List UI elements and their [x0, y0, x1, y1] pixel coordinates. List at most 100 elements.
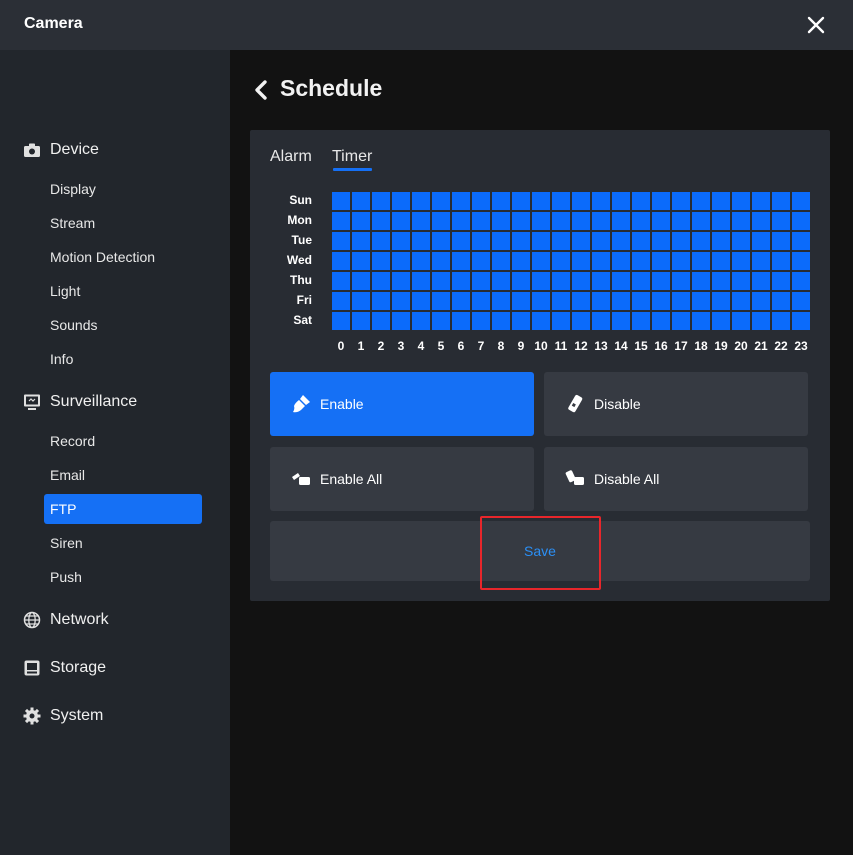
sidebar-item-record[interactable]: Record: [44, 426, 202, 456]
schedule-cell[interactable]: [792, 212, 810, 230]
schedule-cell[interactable]: [512, 312, 530, 330]
sidebar-section-storage[interactable]: Storage: [22, 656, 106, 680]
disable-button[interactable]: Disable: [544, 372, 808, 436]
schedule-cell[interactable]: [712, 232, 730, 250]
schedule-cell[interactable]: [792, 192, 810, 210]
schedule-cell[interactable]: [752, 312, 770, 330]
tab-alarm[interactable]: Alarm: [270, 148, 312, 166]
schedule-cell[interactable]: [632, 232, 650, 250]
schedule-cell[interactable]: [452, 292, 470, 310]
schedule-cell[interactable]: [732, 272, 750, 290]
schedule-cell[interactable]: [412, 212, 430, 230]
schedule-cell[interactable]: [572, 312, 590, 330]
schedule-cell[interactable]: [732, 312, 750, 330]
schedule-cell[interactable]: [792, 252, 810, 270]
schedule-cell[interactable]: [492, 212, 510, 230]
schedule-cell[interactable]: [672, 252, 690, 270]
schedule-cell[interactable]: [372, 272, 390, 290]
sidebar-item-ftp[interactable]: FTP: [44, 494, 202, 524]
schedule-cell[interactable]: [752, 192, 770, 210]
sidebar-section-network[interactable]: Network: [22, 608, 109, 632]
schedule-cell[interactable]: [772, 312, 790, 330]
schedule-cell[interactable]: [412, 232, 430, 250]
schedule-cell[interactable]: [652, 252, 670, 270]
schedule-cell[interactable]: [772, 272, 790, 290]
schedule-cell[interactable]: [532, 212, 550, 230]
close-icon[interactable]: [802, 11, 830, 39]
schedule-cell[interactable]: [452, 252, 470, 270]
schedule-cell[interactable]: [692, 312, 710, 330]
schedule-cell[interactable]: [772, 212, 790, 230]
schedule-cell[interactable]: [652, 192, 670, 210]
schedule-cell[interactable]: [752, 232, 770, 250]
schedule-cell[interactable]: [452, 232, 470, 250]
schedule-cell[interactable]: [592, 292, 610, 310]
schedule-cell[interactable]: [752, 272, 770, 290]
schedule-cell[interactable]: [612, 272, 630, 290]
schedule-cell[interactable]: [552, 292, 570, 310]
tab-timer[interactable]: Timer: [332, 148, 372, 166]
schedule-cell[interactable]: [612, 292, 630, 310]
schedule-cell[interactable]: [592, 272, 610, 290]
schedule-cell[interactable]: [432, 312, 450, 330]
schedule-cell[interactable]: [732, 212, 750, 230]
schedule-cell[interactable]: [472, 212, 490, 230]
schedule-cell[interactable]: [692, 212, 710, 230]
schedule-cell[interactable]: [792, 272, 810, 290]
schedule-cell[interactable]: [372, 292, 390, 310]
schedule-cell[interactable]: [732, 252, 750, 270]
chevron-left-icon[interactable]: [252, 79, 270, 101]
schedule-cell[interactable]: [372, 232, 390, 250]
schedule-cell[interactable]: [472, 292, 490, 310]
schedule-cell[interactable]: [472, 192, 490, 210]
sidebar-item-info[interactable]: Info: [44, 344, 202, 374]
schedule-cell[interactable]: [512, 232, 530, 250]
schedule-cell[interactable]: [652, 312, 670, 330]
schedule-cell[interactable]: [392, 252, 410, 270]
disable-all-button[interactable]: Disable All: [544, 447, 808, 511]
schedule-cell[interactable]: [512, 272, 530, 290]
schedule-cell[interactable]: [632, 252, 650, 270]
schedule-cell[interactable]: [712, 212, 730, 230]
schedule-cell[interactable]: [572, 252, 590, 270]
schedule-cell[interactable]: [692, 192, 710, 210]
schedule-cell[interactable]: [592, 232, 610, 250]
schedule-cell[interactable]: [772, 292, 790, 310]
save-button[interactable]: Save: [270, 521, 810, 581]
schedule-cell[interactable]: [552, 192, 570, 210]
schedule-cell[interactable]: [652, 232, 670, 250]
schedule-cell[interactable]: [492, 232, 510, 250]
schedule-cell[interactable]: [392, 212, 410, 230]
schedule-cell[interactable]: [572, 272, 590, 290]
schedule-cell[interactable]: [792, 312, 810, 330]
schedule-cell[interactable]: [532, 232, 550, 250]
schedule-cell[interactable]: [612, 212, 630, 230]
schedule-cell[interactable]: [732, 292, 750, 310]
schedule-cell[interactable]: [572, 192, 590, 210]
sidebar-item-display[interactable]: Display: [44, 174, 202, 204]
sidebar-section-surveillance[interactable]: Surveillance: [22, 390, 137, 414]
schedule-cell[interactable]: [452, 272, 470, 290]
schedule-cell[interactable]: [712, 312, 730, 330]
schedule-cell[interactable]: [612, 192, 630, 210]
schedule-cell[interactable]: [352, 252, 370, 270]
schedule-cell[interactable]: [452, 212, 470, 230]
schedule-cell[interactable]: [672, 292, 690, 310]
schedule-cell[interactable]: [752, 292, 770, 310]
schedule-cell[interactable]: [552, 232, 570, 250]
schedule-cell[interactable]: [512, 292, 530, 310]
schedule-cell[interactable]: [432, 272, 450, 290]
schedule-cell[interactable]: [392, 312, 410, 330]
schedule-cell[interactable]: [392, 292, 410, 310]
schedule-cell[interactable]: [412, 292, 430, 310]
schedule-cell[interactable]: [532, 292, 550, 310]
schedule-cell[interactable]: [672, 312, 690, 330]
schedule-cell[interactable]: [432, 192, 450, 210]
sidebar-item-siren[interactable]: Siren: [44, 528, 202, 558]
schedule-cell[interactable]: [572, 212, 590, 230]
sidebar-section-device[interactable]: Device: [22, 138, 99, 162]
schedule-cell[interactable]: [332, 272, 350, 290]
schedule-cell[interactable]: [612, 252, 630, 270]
schedule-cell[interactable]: [592, 192, 610, 210]
schedule-cell[interactable]: [632, 192, 650, 210]
